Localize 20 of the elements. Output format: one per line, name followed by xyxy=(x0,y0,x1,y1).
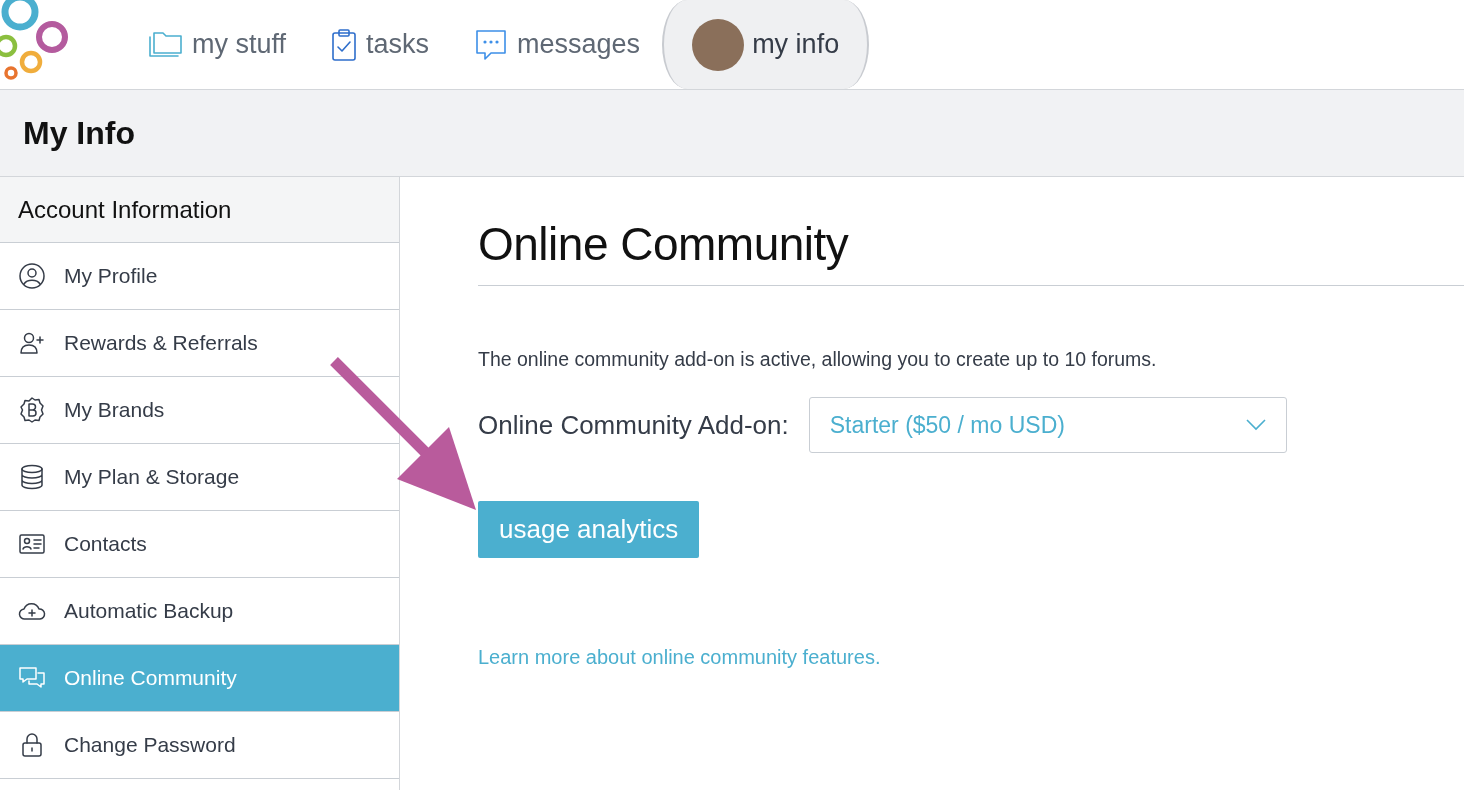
addon-label: Online Community Add-on: xyxy=(478,409,789,441)
sidebar-item[interactable]: My Profile xyxy=(0,243,399,310)
nav-tab[interactable]: messages xyxy=(451,0,663,89)
clipboard-icon xyxy=(330,27,359,62)
sidebar-item[interactable]: My Plan & Storage xyxy=(0,444,399,511)
badge-b-icon xyxy=(18,396,46,424)
database-icon xyxy=(18,463,46,491)
sidebar-item[interactable]: My Brands xyxy=(0,377,399,444)
chevron-down-icon xyxy=(1245,419,1266,431)
description-text: The online community add-on is active, allowing you to create up to 10 forums. xyxy=(478,348,1158,371)
sidebar-item[interactable]: Change Password xyxy=(0,712,399,779)
nav-tab[interactable]: tasks xyxy=(308,0,452,89)
sidebar-item[interactable]: Contacts xyxy=(0,511,399,578)
section-title: Online Community xyxy=(478,217,1464,286)
page-title: My Info xyxy=(23,114,135,152)
sidebar-item[interactable]: Rewards & Referrals xyxy=(0,310,399,377)
nav-tab[interactable]: my info xyxy=(662,0,870,89)
nav-tab[interactable]: my stuff xyxy=(122,0,309,89)
sidebar-heading: Account Information xyxy=(0,177,399,243)
user-circle-icon xyxy=(18,262,46,290)
